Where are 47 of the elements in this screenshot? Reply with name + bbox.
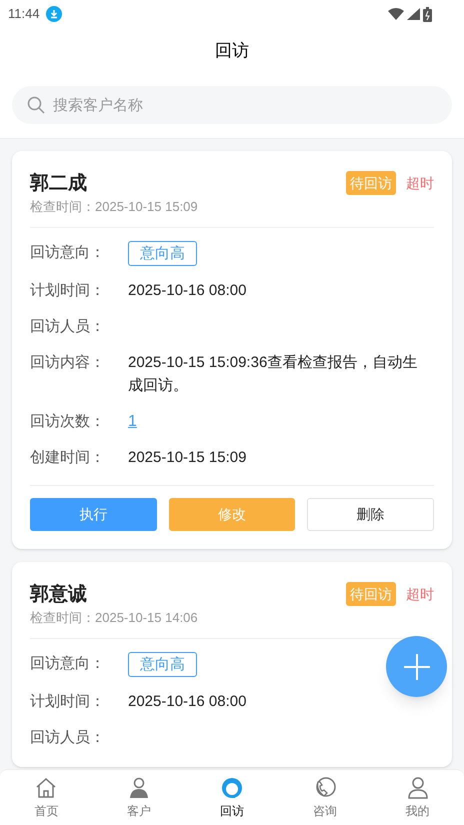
tab-item[interactable]: 我的 <box>388 776 448 820</box>
field-label: 计划时间： <box>30 692 106 712</box>
field-label: 计划时间： <box>30 281 106 301</box>
plus-icon <box>404 654 430 680</box>
customer-name: 郭二成 <box>30 172 88 196</box>
signal-icon <box>407 8 420 20</box>
field-value: 2025-10-16 08:00 <box>128 692 248 712</box>
home-icon <box>34 776 58 800</box>
search-field[interactable]: 搜索客户名称 <box>12 86 452 124</box>
field-label: 回访意向： <box>30 654 106 674</box>
execute-button[interactable]: 执行 <box>30 498 157 531</box>
intention-tag: 意向高 <box>128 241 197 266</box>
visit-count-link[interactable]: 1 <box>128 410 137 433</box>
tab-label: 首页 <box>34 802 58 820</box>
battery-icon <box>423 6 432 22</box>
overdue-label: 超时 <box>406 584 434 604</box>
customer-name: 郭意诚 <box>30 582 88 607</box>
tab-item[interactable]: 首页 <box>16 776 76 820</box>
check-time: 检查时间：2025-10-15 14:06 <box>30 609 198 627</box>
wifi-icon <box>388 8 404 20</box>
tab-label: 咨询 <box>312 802 337 820</box>
person-icon <box>406 776 430 800</box>
field-label: 创建时间： <box>30 448 106 468</box>
tab-item[interactable]: 回访 <box>202 776 262 820</box>
field-label: 回访次数： <box>30 412 106 432</box>
status-badge: 待回访 <box>346 582 396 606</box>
tab-label: 客户 <box>127 802 152 820</box>
status-badge: 待回访 <box>346 171 396 195</box>
tab-item[interactable]: 客户 <box>109 776 170 820</box>
field-value: 2025-10-15 15:09 <box>128 448 248 468</box>
field-label: 回访内容： <box>30 353 106 373</box>
field-label: 回访意向： <box>30 243 106 263</box>
field-value: 2025-10-16 08:00 <box>128 281 248 301</box>
check-time: 检查时间：2025-10-15 15:09 <box>30 198 198 216</box>
delete-button[interactable]: 删除 <box>307 498 434 531</box>
download-icon <box>46 6 62 22</box>
tab-label: 回访 <box>220 802 244 820</box>
intention-tag: 意向高 <box>128 652 197 677</box>
overdue-label: 超时 <box>406 174 434 192</box>
field-label: 回访人员： <box>30 317 106 337</box>
status-time: 11:44 <box>8 5 40 24</box>
search-icon <box>27 96 45 114</box>
tab-item[interactable]: 咨询 <box>294 776 355 820</box>
field-value: 2025-10-15 15:09:36查看检查报告，自动生成回访。 <box>128 353 418 396</box>
field-label: 回访人员： <box>30 728 106 748</box>
page-title: 回访 <box>215 40 249 62</box>
tab-label: 我的 <box>406 802 430 820</box>
